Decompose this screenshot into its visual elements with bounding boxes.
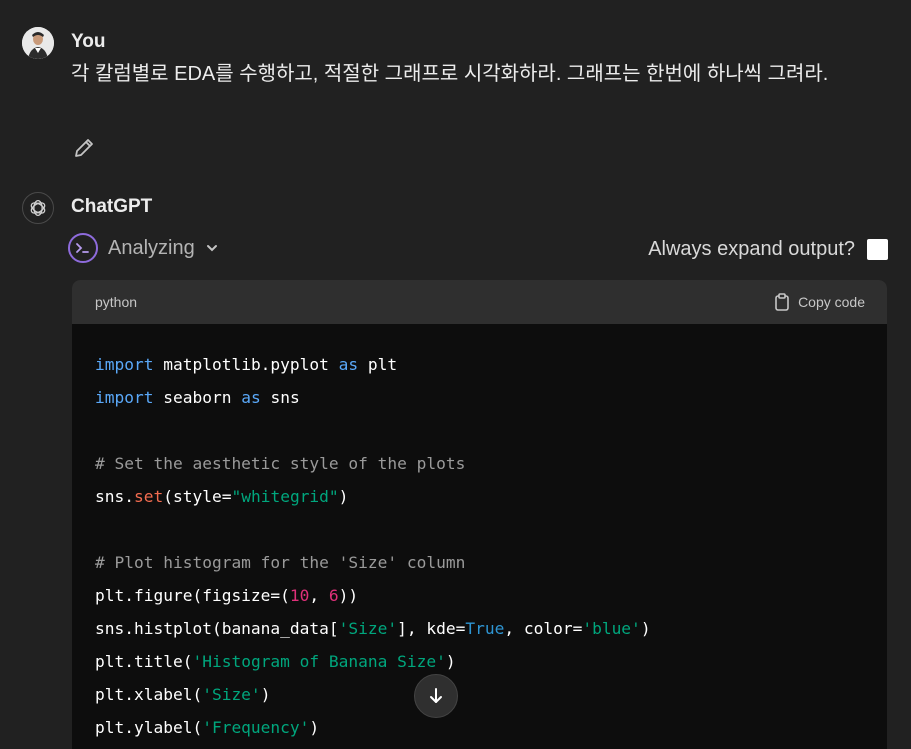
- code-line: plt.title('Histogram of Banana Size'): [95, 645, 865, 678]
- copy-code-label: Copy code: [798, 294, 865, 310]
- code-language: python: [95, 294, 138, 310]
- analyzing-toggle[interactable]: Analyzing: [68, 233, 219, 263]
- assistant-name: ChatGPT: [71, 196, 153, 217]
- scroll-to-bottom-button[interactable]: [414, 674, 458, 718]
- code-token: sns.: [95, 487, 134, 506]
- code-token: as: [241, 388, 261, 407]
- always-expand-output: Always expand output?: [648, 238, 888, 261]
- edit-icon[interactable]: [72, 136, 96, 160]
- code-token: 'Size': [338, 619, 398, 638]
- code-token: sns.histplot(banana_data[: [95, 619, 339, 638]
- code-token: # Set the aesthetic style of the plots: [95, 454, 466, 473]
- code-token: ): [309, 718, 320, 737]
- user-message-text: 각 칼럼별로 EDA를 수행하고, 적절한 그래프로 시각화하라. 그래프는 한…: [71, 63, 829, 85]
- code-token: set: [133, 487, 164, 506]
- code-token: plt.figure(figsize=(: [95, 586, 290, 605]
- code-line: plt.figure(figsize=(10, 6)): [95, 579, 865, 612]
- code-token: 'Frequency': [202, 718, 310, 737]
- code-token: import: [95, 388, 154, 407]
- code-token: as: [338, 355, 359, 374]
- code-token: True: [465, 619, 505, 638]
- code-token: , color=: [504, 619, 583, 638]
- code-token: ): [260, 685, 271, 704]
- code-token: 'blue': [582, 619, 641, 638]
- code-body: import matplotlib.pyplot as plt import se…: [72, 324, 887, 744]
- avatar-photo-icon: [22, 27, 54, 59]
- code-line: import seaborn as sns: [95, 381, 865, 414]
- code-line: sns.histplot(banana_data['Size'], kde=Tr…: [95, 612, 865, 645]
- code-token: 'Size': [202, 685, 261, 704]
- analyzing-label: Analyzing: [108, 236, 195, 259]
- code-header: python Copy code: [72, 280, 887, 324]
- code-token: import: [95, 355, 154, 374]
- code-token: sns: [260, 388, 300, 407]
- code-token: plt.ylabel(: [95, 718, 203, 737]
- chat-page: You 각 칼럼별로 EDA를 수행하고, 적절한 그래프로 시각화하라. 그래…: [0, 0, 911, 749]
- code-token: ): [445, 652, 456, 671]
- user-name: You: [71, 31, 106, 52]
- code-line: import matplotlib.pyplot as plt: [95, 348, 865, 381]
- code-line: # Set the aesthetic style of the plots: [95, 447, 865, 480]
- code-line: # Plot histogram for the 'Size' column: [95, 546, 865, 579]
- code-token: plt.xlabel(: [95, 685, 203, 704]
- code-token: )): [338, 586, 359, 605]
- user-avatar: [22, 27, 54, 59]
- terminal-icon: [68, 233, 98, 263]
- code-token: ], kde=: [397, 619, 466, 638]
- code-token: "whitegrid": [231, 487, 339, 506]
- always-expand-label: Always expand output?: [648, 238, 855, 260]
- copy-code-button[interactable]: Copy code: [774, 293, 865, 311]
- code-line: sns.set(style="whitegrid"): [95, 480, 865, 513]
- code-token: # Plot histogram for the 'Size' column: [95, 553, 466, 572]
- code-token: ): [640, 619, 651, 638]
- chatgpt-logo-icon: [22, 192, 54, 224]
- clipboard-icon: [775, 293, 789, 311]
- code-token: seaborn: [153, 388, 242, 407]
- code-token: matplotlib.pyplot: [153, 355, 339, 374]
- arrow-down-icon: [430, 688, 442, 703]
- code-token: ,: [309, 586, 329, 605]
- code-token: plt.title(: [95, 652, 193, 671]
- code-token: (style=: [163, 487, 232, 506]
- code-line: plt.xlabel('Size'): [95, 678, 865, 711]
- code-token: 6: [328, 586, 339, 605]
- code-token: 10: [289, 586, 310, 605]
- code-token: 'Histogram of Banana Size': [192, 652, 446, 671]
- chevron-down-icon: [206, 245, 217, 252]
- code-token: ): [338, 487, 349, 506]
- always-expand-checkbox[interactable]: [867, 239, 888, 260]
- code-block: python Copy code import matplotlib.pyplo…: [72, 280, 887, 749]
- code-line: plt.ylabel('Frequency'): [95, 711, 865, 744]
- code-token: plt: [358, 355, 398, 374]
